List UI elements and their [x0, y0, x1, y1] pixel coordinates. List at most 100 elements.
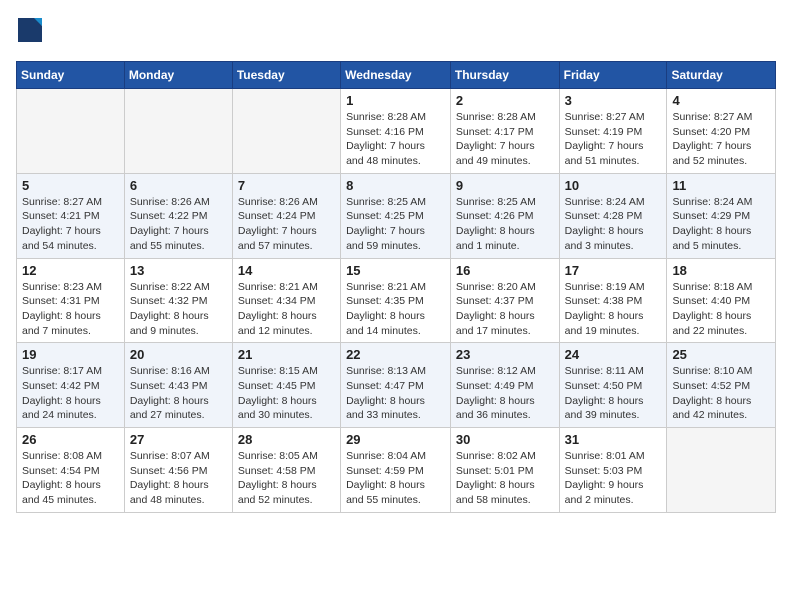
weekday-header-sunday: Sunday	[17, 62, 125, 89]
day-info: Sunrise: 8:11 AM Sunset: 4:50 PM Dayligh…	[565, 364, 662, 423]
calendar-week-row: 26 Sunrise: 8:08 AM Sunset: 4:54 PM Dayli…	[17, 428, 776, 513]
calendar-day-cell: 9 Sunrise: 8:25 AM Sunset: 4:26 PM Daylig…	[450, 173, 559, 258]
calendar-day-cell: 31 Sunrise: 8:01 AM Sunset: 5:03 PM Dayli…	[559, 428, 667, 513]
day-number: 11	[672, 178, 770, 193]
calendar-day-cell: 11 Sunrise: 8:24 AM Sunset: 4:29 PM Dayli…	[667, 173, 776, 258]
day-info: Sunrise: 8:26 AM Sunset: 4:22 PM Dayligh…	[130, 195, 227, 254]
day-info: Sunrise: 8:18 AM Sunset: 4:40 PM Dayligh…	[672, 280, 770, 339]
calendar-day-cell: 23 Sunrise: 8:12 AM Sunset: 4:49 PM Dayli…	[450, 343, 559, 428]
day-number: 6	[130, 178, 227, 193]
page-header	[16, 16, 776, 49]
calendar-day-cell: 3Sunrise: 8:27 AM Sunset: 4:19 PM Daylig…	[559, 89, 667, 174]
calendar-week-row: 12 Sunrise: 8:23 AM Sunset: 4:31 PM Dayli…	[17, 258, 776, 343]
day-info: Sunrise: 8:25 AM Sunset: 4:26 PM Dayligh…	[456, 195, 554, 254]
day-number: 2	[456, 93, 554, 108]
day-info: Sunrise: 8:21 AM Sunset: 4:35 PM Dayligh…	[346, 280, 445, 339]
day-number: 16	[456, 263, 554, 278]
day-info: Sunrise: 8:20 AM Sunset: 4:37 PM Dayligh…	[456, 280, 554, 339]
day-info: Sunrise: 8:25 AM Sunset: 4:25 PM Dayligh…	[346, 195, 445, 254]
calendar-day-cell: 30 Sunrise: 8:02 AM Sunset: 5:01 PM Dayli…	[450, 428, 559, 513]
day-number: 23	[456, 347, 554, 362]
calendar-day-cell: 17 Sunrise: 8:19 AM Sunset: 4:38 PM Dayli…	[559, 258, 667, 343]
calendar-day-cell: 13 Sunrise: 8:22 AM Sunset: 4:32 PM Dayli…	[124, 258, 232, 343]
day-info: Sunrise: 8:22 AM Sunset: 4:32 PM Dayligh…	[130, 280, 227, 339]
day-number: 13	[130, 263, 227, 278]
logo	[16, 16, 48, 49]
calendar-day-cell: 2 Sunrise: 8:28 AM Sunset: 4:17 PM Daylig…	[450, 89, 559, 174]
calendar-day-cell: 16 Sunrise: 8:20 AM Sunset: 4:37 PM Dayli…	[450, 258, 559, 343]
day-info: Sunrise: 8:10 AM Sunset: 4:52 PM Dayligh…	[672, 364, 770, 423]
day-info: Sunrise: 8:16 AM Sunset: 4:43 PM Dayligh…	[130, 364, 227, 423]
day-info: Sunrise: 8:05 AM Sunset: 4:58 PM Dayligh…	[238, 449, 335, 508]
day-number: 4	[672, 93, 770, 108]
day-number: 24	[565, 347, 662, 362]
calendar-day-cell: 27Sunrise: 8:07 AM Sunset: 4:56 PM Dayli…	[124, 428, 232, 513]
day-number: 10	[565, 178, 662, 193]
calendar-day-cell: 14Sunrise: 8:21 AM Sunset: 4:34 PM Dayli…	[232, 258, 340, 343]
day-number: 9	[456, 178, 554, 193]
day-info: Sunrise: 8:01 AM Sunset: 5:03 PM Dayligh…	[565, 449, 662, 508]
day-number: 30	[456, 432, 554, 447]
day-number: 20	[130, 347, 227, 362]
day-info: Sunrise: 8:02 AM Sunset: 5:01 PM Dayligh…	[456, 449, 554, 508]
day-info: Sunrise: 8:17 AM Sunset: 4:42 PM Dayligh…	[22, 364, 119, 423]
calendar-day-cell	[124, 89, 232, 174]
day-number: 8	[346, 178, 445, 193]
day-info: Sunrise: 8:19 AM Sunset: 4:38 PM Dayligh…	[565, 280, 662, 339]
day-info: Sunrise: 8:04 AM Sunset: 4:59 PM Dayligh…	[346, 449, 445, 508]
day-info: Sunrise: 8:27 AM Sunset: 4:19 PM Dayligh…	[565, 110, 662, 169]
calendar-day-cell: 29 Sunrise: 8:04 AM Sunset: 4:59 PM Dayli…	[341, 428, 451, 513]
calendar-day-cell: 18Sunrise: 8:18 AM Sunset: 4:40 PM Dayli…	[667, 258, 776, 343]
day-info: Sunrise: 8:27 AM Sunset: 4:21 PM Dayligh…	[22, 195, 119, 254]
calendar-day-cell	[17, 89, 125, 174]
calendar-day-cell: 12 Sunrise: 8:23 AM Sunset: 4:31 PM Dayli…	[17, 258, 125, 343]
logo-icon	[16, 16, 44, 49]
weekday-header-friday: Friday	[559, 62, 667, 89]
calendar-day-cell: 10Sunrise: 8:24 AM Sunset: 4:28 PM Dayli…	[559, 173, 667, 258]
day-info: Sunrise: 8:12 AM Sunset: 4:49 PM Dayligh…	[456, 364, 554, 423]
calendar-week-row: 1Sunrise: 8:28 AM Sunset: 4:16 PM Daylig…	[17, 89, 776, 174]
calendar-week-row: 19 Sunrise: 8:17 AM Sunset: 4:42 PM Dayli…	[17, 343, 776, 428]
calendar-day-cell: 8 Sunrise: 8:25 AM Sunset: 4:25 PM Daylig…	[341, 173, 451, 258]
day-number: 12	[22, 263, 119, 278]
day-number: 29	[346, 432, 445, 447]
day-info: Sunrise: 8:07 AM Sunset: 4:56 PM Dayligh…	[130, 449, 227, 508]
calendar-day-cell	[667, 428, 776, 513]
day-info: Sunrise: 8:08 AM Sunset: 4:54 PM Dayligh…	[22, 449, 119, 508]
calendar-day-cell	[232, 89, 340, 174]
weekday-header-thursday: Thursday	[450, 62, 559, 89]
day-number: 25	[672, 347, 770, 362]
calendar-day-cell: 15 Sunrise: 8:21 AM Sunset: 4:35 PM Dayli…	[341, 258, 451, 343]
calendar-day-cell: 22Sunrise: 8:13 AM Sunset: 4:47 PM Dayli…	[341, 343, 451, 428]
calendar-day-cell: 19 Sunrise: 8:17 AM Sunset: 4:42 PM Dayli…	[17, 343, 125, 428]
weekday-header-saturday: Saturday	[667, 62, 776, 89]
day-info: Sunrise: 8:27 AM Sunset: 4:20 PM Dayligh…	[672, 110, 770, 169]
weekday-header-wednesday: Wednesday	[341, 62, 451, 89]
weekday-header-tuesday: Tuesday	[232, 62, 340, 89]
calendar-day-cell: 5 Sunrise: 8:27 AM Sunset: 4:21 PM Daylig…	[17, 173, 125, 258]
calendar-day-cell: 25 Sunrise: 8:10 AM Sunset: 4:52 PM Dayli…	[667, 343, 776, 428]
day-number: 19	[22, 347, 119, 362]
day-info: Sunrise: 8:21 AM Sunset: 4:34 PM Dayligh…	[238, 280, 335, 339]
calendar-table: SundayMondayTuesdayWednesdayThursdayFrid…	[16, 61, 776, 513]
day-info: Sunrise: 8:28 AM Sunset: 4:16 PM Dayligh…	[346, 110, 445, 169]
day-number: 21	[238, 347, 335, 362]
day-info: Sunrise: 8:23 AM Sunset: 4:31 PM Dayligh…	[22, 280, 119, 339]
day-number: 5	[22, 178, 119, 193]
weekday-header-monday: Monday	[124, 62, 232, 89]
calendar-day-cell: 7 Sunrise: 8:26 AM Sunset: 4:24 PM Daylig…	[232, 173, 340, 258]
calendar-day-cell: 24 Sunrise: 8:11 AM Sunset: 4:50 PM Dayli…	[559, 343, 667, 428]
day-info: Sunrise: 8:26 AM Sunset: 4:24 PM Dayligh…	[238, 195, 335, 254]
calendar-day-cell: 1Sunrise: 8:28 AM Sunset: 4:16 PM Daylig…	[341, 89, 451, 174]
day-info: Sunrise: 8:24 AM Sunset: 4:29 PM Dayligh…	[672, 195, 770, 254]
calendar-day-cell: 4 Sunrise: 8:27 AM Sunset: 4:20 PM Daylig…	[667, 89, 776, 174]
day-info: Sunrise: 8:28 AM Sunset: 4:17 PM Dayligh…	[456, 110, 554, 169]
day-number: 15	[346, 263, 445, 278]
day-number: 26	[22, 432, 119, 447]
calendar-day-cell: 28Sunrise: 8:05 AM Sunset: 4:58 PM Dayli…	[232, 428, 340, 513]
day-number: 7	[238, 178, 335, 193]
day-info: Sunrise: 8:15 AM Sunset: 4:45 PM Dayligh…	[238, 364, 335, 423]
day-number: 31	[565, 432, 662, 447]
day-number: 17	[565, 263, 662, 278]
calendar-day-cell: 21 Sunrise: 8:15 AM Sunset: 4:45 PM Dayli…	[232, 343, 340, 428]
